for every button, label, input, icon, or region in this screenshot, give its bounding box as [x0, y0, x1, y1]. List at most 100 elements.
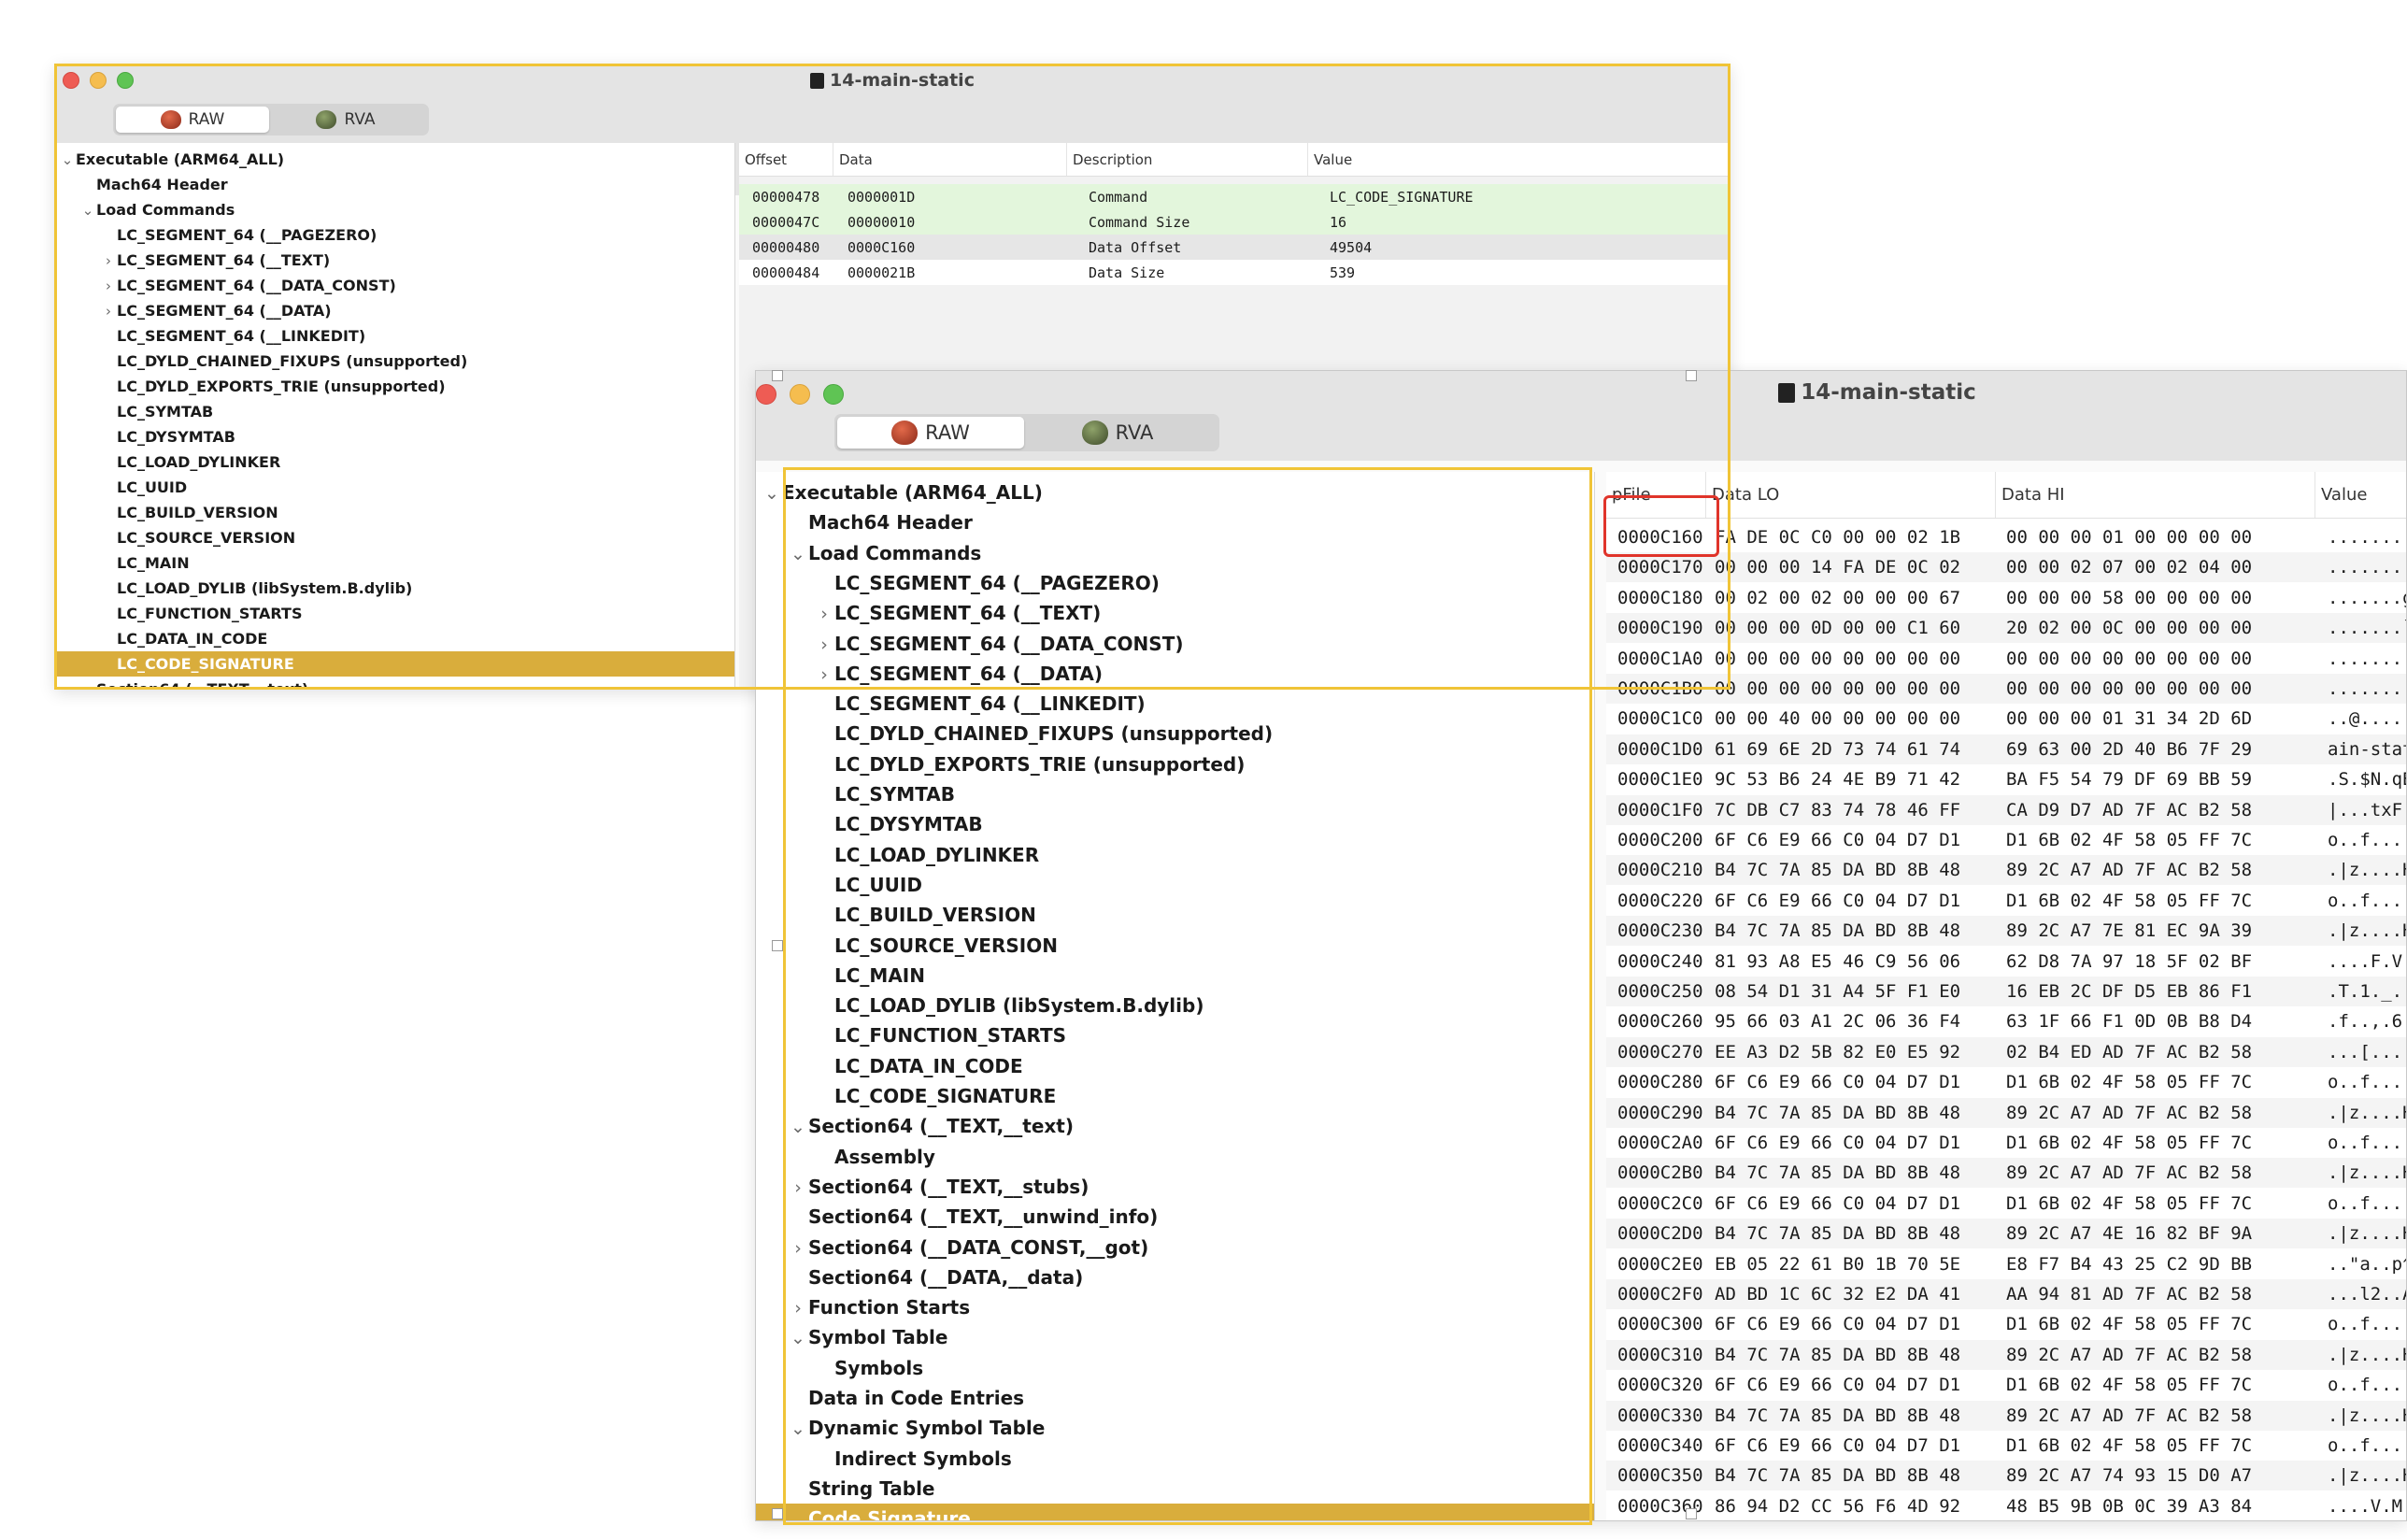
tree-item-load-commands[interactable]: ⌄ Load Commands	[756, 538, 1594, 568]
disclosure-expanded-icon[interactable]: ⌄	[79, 198, 96, 223]
hex-row[interactable]: 0000C2E0 EB 05 22 61 B0 1B 70 5E E8 F7 B4 …	[1606, 1248, 2406, 1279]
disclosure-collapsed-icon[interactable]: ›	[100, 299, 117, 324]
tab-raw[interactable]: RAW	[116, 107, 269, 133]
tree-item-lc-symtab[interactable]: LC_SYMTAB	[55, 399, 734, 424]
detail-table-row[interactable]: 00000480 0000C160 Data Offset 49504	[739, 235, 1730, 260]
hex-row[interactable]: 0000C160 FA DE 0C C0 00 00 02 1B 00 00 00 …	[1606, 522, 2406, 552]
tree-item-section64-data-data[interactable]: Section64 (__DATA,__data)	[756, 1262, 1594, 1292]
hex-row[interactable]: 0000C1A0 00 00 00 00 00 00 00 00 00 00 00 …	[1606, 643, 2406, 674]
column-header-offset[interactable]: Offset	[739, 143, 833, 176]
tree-item-executable-arm64-all[interactable]: ⌄ Executable (ARM64_ALL)	[756, 478, 1594, 507]
tree-item-executable-arm64-all[interactable]: ⌄ Executable (ARM64_ALL)	[55, 147, 734, 172]
disclosure-collapsed-icon[interactable]: ›	[814, 630, 834, 660]
hex-row[interactable]: 0000C330 B4 7C 7A 85 DA BD 8B 48 89 2C A7 …	[1606, 1400, 2406, 1431]
hex-row[interactable]: 0000C320 6F C6 E9 66 C0 04 D7 D1 D1 6B 02 …	[1606, 1370, 2406, 1401]
disclosure-collapsed-icon[interactable]: ›	[788, 1233, 808, 1263]
tree-item-section64-text-text[interactable]: ⌄Section64 (__TEXT,__text)	[55, 677, 734, 689]
disclosure-collapsed-icon[interactable]: ›	[100, 249, 117, 274]
tab-raw-2[interactable]: RAW	[837, 417, 1024, 449]
resize-handle-bm[interactable]	[1686, 1508, 1697, 1519]
column-header-value[interactable]: Value	[1307, 143, 1730, 176]
tree-item-lc-segment-64-text[interactable]: › LC_SEGMENT_64 (__TEXT)	[55, 248, 734, 273]
tree-item-lc-segment-64-pagezero[interactable]: LC_SEGMENT_64 (__PAGEZERO)	[55, 222, 734, 248]
tree-item-string-table[interactable]: String Table	[756, 1474, 1594, 1504]
resize-handle-tr[interactable]	[1686, 370, 1697, 381]
tree-item-lc-build-version[interactable]: LC_BUILD_VERSION	[55, 500, 734, 525]
hex-row[interactable]: 0000C1E0 9C 53 B6 24 4E B9 71 42 BA F5 54 …	[1606, 764, 2406, 795]
hex-row[interactable]: 0000C280 6F C6 E9 66 C0 04 D7 D1 D1 6B 02 …	[1606, 1067, 2406, 1098]
tree-item-data-in-code-entries[interactable]: Data in Code Entries	[756, 1383, 1594, 1413]
tree-item-lc-uuid[interactable]: LC_UUID	[756, 870, 1594, 900]
column-header-pfile[interactable]: pFile	[1606, 472, 1705, 518]
hex-row[interactable]: 0000C230 B4 7C 7A 85 DA BD 8B 48 89 2C A7 …	[1606, 916, 2406, 947]
tree-item-lc-segment-64-linkedit[interactable]: LC_SEGMENT_64 (__LINKEDIT)	[756, 689, 1594, 719]
tree-item-dynamic-symbol-table[interactable]: ⌄ Dynamic Symbol Table	[756, 1413, 1594, 1443]
hex-row[interactable]: 0000C270 EE A3 D2 5B 82 E0 E5 92 02 B4 ED …	[1606, 1036, 2406, 1067]
hex-row[interactable]: 0000C210 B4 7C 7A 85 DA BD 8B 48 89 2C A7 …	[1606, 855, 2406, 886]
hex-row[interactable]: 0000C2A0 6F C6 E9 66 C0 04 D7 D1 D1 6B 02 …	[1606, 1128, 2406, 1158]
tree-item-lc-function-starts[interactable]: LC_FUNCTION_STARTS	[756, 1020, 1594, 1050]
hex-row[interactable]: 0000C2F0 AD BD 1C 6C 32 E2 DA 41 AA 94 81 …	[1606, 1279, 2406, 1309]
hex-row[interactable]: 0000C340 6F C6 E9 66 C0 04 D7 D1 D1 6B 02 …	[1606, 1431, 2406, 1461]
hex-row[interactable]: 0000C300 6F C6 E9 66 C0 04 D7 D1 D1 6B 02 …	[1606, 1309, 2406, 1340]
column-header-value[interactable]: Value	[2314, 472, 2406, 518]
disclosure-collapsed-icon[interactable]: ›	[814, 599, 834, 629]
tree-item-mach64-header[interactable]: Mach64 Header	[55, 172, 734, 197]
tree-item-lc-segment-64-data[interactable]: › LC_SEGMENT_64 (__DATA)	[756, 659, 1594, 689]
tree-item-code-signature[interactable]: Code Signature	[756, 1504, 1594, 1520]
column-header-description[interactable]: Description	[1066, 143, 1307, 176]
tree-item-lc-source-version[interactable]: LC_SOURCE_VERSION	[55, 525, 734, 550]
tree-item-section64-data-const-got[interactable]: › Section64 (__DATA_CONST,__got)	[756, 1233, 1594, 1262]
hex-row[interactable]: 0000C180 00 02 00 02 00 00 00 67 00 00 00 …	[1606, 582, 2406, 613]
tree-item-assembly[interactable]: Assembly	[756, 1142, 1594, 1172]
disclosure-collapsed-icon[interactable]: ›	[100, 274, 117, 299]
hex-row[interactable]: 0000C190 00 00 00 0D 00 00 C1 60 20 02 00 …	[1606, 613, 2406, 644]
tree-item-lc-dysymtab[interactable]: LC_DYSYMTAB	[756, 809, 1594, 839]
tree-item-lc-function-starts[interactable]: LC_FUNCTION_STARTS	[55, 601, 734, 626]
tree-item-lc-dyld-exports-trie-unsupported[interactable]: LC_DYLD_EXPORTS_TRIE (unsupported)	[756, 749, 1594, 779]
hex-row[interactable]: 0000C2D0 B4 7C 7A 85 DA BD 8B 48 89 2C A7 …	[1606, 1219, 2406, 1249]
tree-item-lc-load-dylinker[interactable]: LC_LOAD_DYLINKER	[756, 840, 1594, 870]
tree-item-lc-main[interactable]: LC_MAIN	[756, 961, 1594, 991]
structure-tree-2[interactable]: ⌄ Executable (ARM64_ALL) Mach64 Header ⌄ Loa…	[756, 472, 1595, 1520]
resize-handle-ml[interactable]	[772, 940, 783, 951]
tree-item-lc-data-in-code[interactable]: LC_DATA_IN_CODE	[756, 1051, 1594, 1081]
resize-handle-bl[interactable]	[772, 1508, 783, 1519]
column-header-data-hi[interactable]: Data HI	[1995, 472, 2314, 518]
column-header-data[interactable]: Data	[833, 143, 1066, 176]
hex-row[interactable]: 0000C2B0 B4 7C 7A 85 DA BD 8B 48 89 2C A7 …	[1606, 1158, 2406, 1189]
tree-item-lc-dyld-chained-fixups-unsupported[interactable]: LC_DYLD_CHAINED_FIXUPS (unsupported)	[55, 349, 734, 374]
tree-item-function-starts[interactable]: › Function Starts	[756, 1292, 1594, 1322]
tree-item-lc-dyld-chained-fixups-unsupported[interactable]: LC_DYLD_CHAINED_FIXUPS (unsupported)	[756, 719, 1594, 749]
hex-row[interactable]: 0000C260 95 66 03 A1 2C 06 36 F4 63 1F 66 …	[1606, 1006, 2406, 1037]
tree-item-lc-build-version[interactable]: LC_BUILD_VERSION	[756, 900, 1594, 930]
zoom-window-button-2[interactable]	[823, 384, 844, 405]
disclosure-expanded-icon[interactable]: ⌄	[788, 1323, 808, 1353]
tree-item-load-commands[interactable]: ⌄ Load Commands	[55, 197, 734, 222]
tree-item-lc-segment-64-pagezero[interactable]: LC_SEGMENT_64 (__PAGEZERO)	[756, 568, 1594, 598]
tree-item-lc-segment-64-linkedit[interactable]: LC_SEGMENT_64 (__LINKEDIT)	[55, 323, 734, 349]
hex-row[interactable]: 0000C2C0 6F C6 E9 66 C0 04 D7 D1 D1 6B 02 …	[1606, 1188, 2406, 1219]
disclosure-collapsed-icon[interactable]: ›	[788, 1173, 808, 1203]
tree-item-symbol-table[interactable]: ⌄ Symbol Table	[756, 1322, 1594, 1352]
hex-row[interactable]: 0000C1B0 00 00 00 00 00 00 00 00 00 00 00 …	[1606, 674, 2406, 704]
tree-item-mach64-header[interactable]: Mach64 Header	[756, 507, 1594, 537]
tree-item-lc-data-in-code[interactable]: LC_DATA_IN_CODE	[55, 626, 734, 651]
hex-row[interactable]: 0000C250 08 54 D1 31 A4 5F F1 E0 16 EB 2C …	[1606, 977, 2406, 1006]
hex-row[interactable]: 0000C1F0 7C DB C7 83 74 78 46 FF CA D9 D7 …	[1606, 794, 2406, 825]
hex-row[interactable]: 0000C350 B4 7C 7A 85 DA BD 8B 48 89 2C A7 …	[1606, 1461, 2406, 1491]
disclosure-expanded-icon[interactable]: ⌄	[59, 148, 76, 173]
tree-item-lc-code-signature[interactable]: LC_CODE_SIGNATURE	[55, 651, 734, 677]
tab-rva-2[interactable]: RVA	[1024, 417, 1211, 449]
tree-item-lc-dyld-exports-trie-unsupported[interactable]: LC_DYLD_EXPORTS_TRIE (unsupported)	[55, 374, 734, 399]
tree-item-section64-text-unwind-info[interactable]: Section64 (__TEXT,__unwind_info)	[756, 1202, 1594, 1232]
tree-item-lc-load-dylib-libsystem-b-dylib[interactable]: LC_LOAD_DYLIB (libSystem.B.dylib)	[756, 991, 1594, 1020]
hex-row[interactable]: 0000C360 86 94 D2 CC 56 F6 4D 92 48 B5 9B …	[1606, 1490, 2406, 1520]
hex-row[interactable]: 0000C1D0 61 69 6E 2D 73 74 61 74 69 63 00 …	[1606, 734, 2406, 764]
disclosure-collapsed-icon[interactable]: ›	[788, 1293, 808, 1323]
hex-row[interactable]: 0000C240 81 93 A8 E5 46 C9 56 06 62 D8 7A …	[1606, 946, 2406, 977]
disclosure-expanded-icon[interactable]: ⌄	[762, 478, 782, 508]
resize-handle-tl[interactable]	[772, 370, 783, 381]
tree-item-lc-dysymtab[interactable]: LC_DYSYMTAB	[55, 424, 734, 449]
close-window-button-2[interactable]	[756, 384, 776, 405]
